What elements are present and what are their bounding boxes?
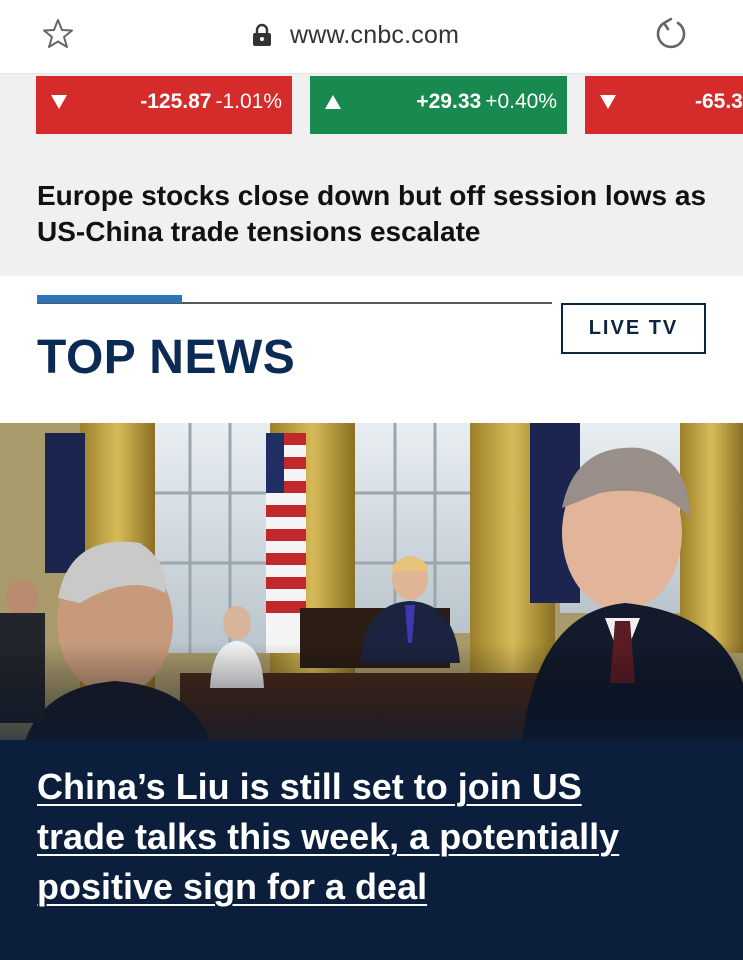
lock-icon xyxy=(253,23,271,46)
url-text: www.cnbc.com xyxy=(290,20,460,49)
reload-icon[interactable] xyxy=(652,15,690,53)
url-field[interactable]: www.cnbc.com xyxy=(252,18,459,52)
market-band: -125.87 -1.01% +29.33 +0.40% -65.3 Europe … xyxy=(0,74,743,276)
ticker-item[interactable]: +29.33 +0.40% xyxy=(310,76,567,134)
section-title: TOP NEWS xyxy=(37,331,296,384)
ticker-change: +29.33 xyxy=(416,90,482,113)
ticker-value: -65.3 xyxy=(695,90,743,114)
section-rule-accent xyxy=(37,295,182,303)
ticker-change: -65.3 xyxy=(695,90,743,113)
live-tv-button[interactable]: LIVE TV xyxy=(561,303,706,354)
up-arrow-icon xyxy=(325,95,341,109)
ticker-change: -125.87 xyxy=(140,90,212,113)
top-story-headline-link[interactable]: China’s Liu is still set to join US trad… xyxy=(37,762,677,912)
ticker-value: -125.87 -1.01% xyxy=(140,90,282,114)
ticker-percent: -1.01% xyxy=(215,90,282,113)
top-story-photo xyxy=(0,423,743,763)
down-arrow-icon xyxy=(600,95,616,109)
down-arrow-icon xyxy=(51,95,67,109)
ticker-item[interactable]: -125.87 -1.01% xyxy=(36,76,292,134)
ticker-item[interactable]: -65.3 xyxy=(585,76,743,134)
section-rule xyxy=(37,295,552,304)
star-icon[interactable] xyxy=(41,17,75,51)
top-story-panel: China’s Liu is still set to join US trad… xyxy=(0,740,743,960)
feature-headline-link[interactable]: Europe stocks close down but off session… xyxy=(37,178,707,250)
ticker-percent: +0.40% xyxy=(485,90,557,113)
top-story-image[interactable] xyxy=(0,423,743,763)
ticker-value: +29.33 +0.40% xyxy=(416,90,557,114)
browser-address-bar: www.cnbc.com xyxy=(0,0,743,74)
